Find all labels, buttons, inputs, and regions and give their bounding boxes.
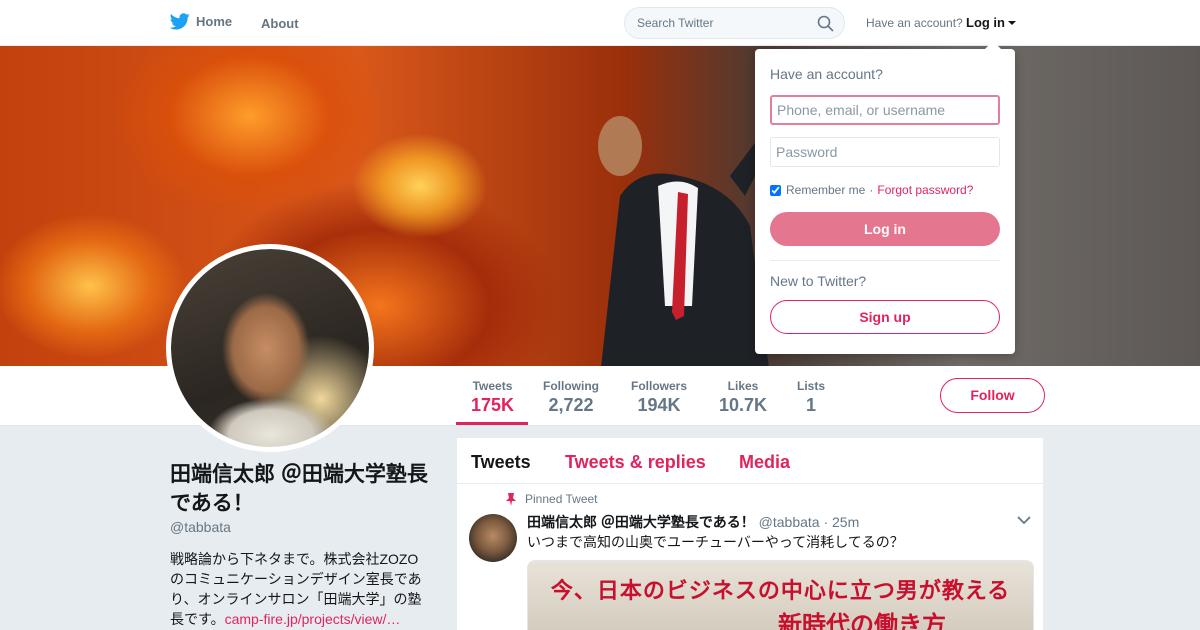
login-button[interactable]: Log in [770, 212, 1000, 246]
tab-media[interactable]: Media [739, 452, 790, 473]
stat-following[interactable]: Following 2,722 [543, 379, 599, 416]
tweet-media-subheadline: 新時代の働き方 [778, 612, 946, 630]
active-stat-underline [456, 422, 528, 425]
profile-bio-link[interactable]: camp-fire.jp/projects/view/… [225, 611, 401, 627]
tweet-text: いつまで高知の山奥でユーチューバーやって消耗してるの？ [527, 534, 904, 550]
username-field[interactable] [770, 95, 1000, 125]
banner-person-figure [598, 116, 780, 366]
follow-button[interactable]: Follow [940, 378, 1045, 413]
stat-value: 2,722 [548, 395, 594, 415]
stat-value: 175K [471, 395, 515, 415]
timeline: Tweets Tweets & replies Media Pinned Twe… [456, 437, 1044, 630]
tab-tweets[interactable]: Tweets [471, 452, 531, 473]
profile-avatar[interactable] [166, 244, 374, 452]
login-link-label: Log in [966, 15, 1005, 30]
nav-home-link[interactable]: Home [170, 13, 232, 30]
tweet-author-handle[interactable]: @tabbata [759, 514, 820, 530]
remember-me-checkbox[interactable] [770, 184, 781, 196]
search-placeholder: Search Twitter [637, 16, 714, 30]
tweet-media-image[interactable]: 今、日本のビジネスの中心に立つ男が教える 新時代の働き方 [527, 560, 1034, 630]
pinned-tweet-label: Pinned Tweet [505, 492, 598, 506]
avatar-photo [171, 249, 369, 447]
stat-followers[interactable]: Followers 194K [631, 379, 687, 416]
stat-lists[interactable]: Lists 1 [797, 379, 825, 416]
nav-home-label: Home [196, 14, 233, 29]
chevron-down-icon[interactable] [1017, 516, 1031, 525]
login-dropdown-toggle[interactable]: Log in [966, 15, 1016, 30]
profile-name[interactable]: 田端信太郎 ＠田端大学塾長である！ [170, 460, 440, 518]
have-account-text: Have an account? [866, 16, 963, 30]
login-dropdown: Have an account? Remember me · Forgot pa… [755, 41, 1015, 354]
stat-value: 10.7K [719, 395, 768, 415]
pin-icon [506, 492, 516, 506]
separator-dot: · [869, 183, 874, 197]
profile-handle[interactable]: @tabbata [170, 519, 231, 535]
stat-label: Lists [797, 379, 826, 393]
new-to-twitter-text: New to Twitter? [770, 273, 867, 289]
caret-down-icon [1008, 21, 1016, 25]
timeline-tabs: Tweets Tweets & replies Media [457, 438, 1043, 484]
login-dropdown-title: Have an account? [770, 66, 883, 82]
tweet-media-headline: 今、日本のビジネスの中心に立つ男が教える [550, 578, 1011, 603]
stat-value: 194K [637, 395, 681, 415]
stat-label: Following [543, 379, 599, 393]
password-field[interactable] [770, 137, 1000, 167]
stat-label: Followers [631, 379, 688, 393]
twitter-bird-icon [170, 13, 190, 30]
stat-label: Likes [727, 379, 759, 393]
divider [770, 260, 1000, 261]
forgot-password-link[interactable]: Forgot password? [877, 183, 973, 197]
top-navigation: Home About Search Twitter Have an accoun… [0, 0, 1200, 46]
tweet-timestamp[interactable]: · 25m [823, 514, 859, 530]
remember-row: Remember me · Forgot password? [770, 183, 973, 197]
nav-about-link[interactable]: About [261, 16, 299, 31]
stat-value: 1 [806, 395, 817, 415]
search-icon[interactable] [817, 15, 834, 32]
search-input[interactable]: Search Twitter [624, 7, 845, 39]
tweet-author-name[interactable]: 田端信太郎 ＠田端大学塾長である！ [527, 514, 755, 530]
stat-tweets[interactable]: Tweets 175K [471, 379, 514, 416]
profile-bio: 戦略論から下ネタまで。株式会社ZOZOのコミュニケーションデザイン室長であり、オ… [170, 549, 428, 629]
tab-tweets-replies[interactable]: Tweets & replies [565, 452, 706, 473]
tweet-avatar[interactable] [469, 514, 517, 562]
remember-me-label[interactable]: Remember me [786, 183, 865, 197]
stat-label: Tweets [472, 379, 513, 393]
tweet-header: 田端信太郎 ＠田端大学塾長である！ @tabbata · 25m [527, 512, 859, 532]
pinned-tweet-text: Pinned Tweet [525, 492, 598, 506]
stat-likes[interactable]: Likes 10.7K [719, 379, 767, 416]
signup-button[interactable]: Sign up [770, 300, 1000, 334]
